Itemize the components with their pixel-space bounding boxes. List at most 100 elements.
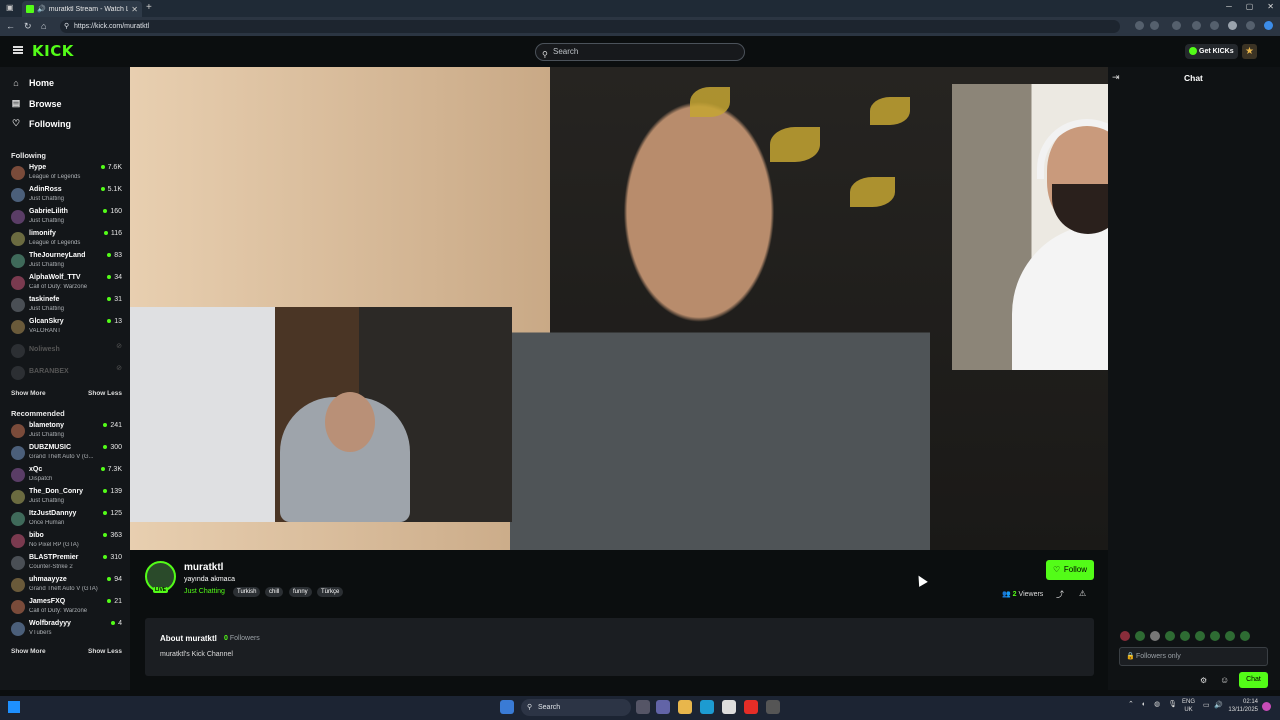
channel-row[interactable]: Noliwesh ⊘ — [11, 341, 122, 361]
channel-row[interactable]: BLASTPremier Counter-Strike 2 310 — [11, 553, 122, 573]
channel-row[interactable]: taskinefe Just Chatting 31 — [11, 295, 122, 315]
viewer-count: 160 — [103, 208, 122, 215]
favorite-star-icon[interactable] — [1150, 21, 1159, 30]
tag-chill[interactable]: chill — [265, 587, 284, 597]
channel-name: AlphaWolf_TTV — [29, 274, 81, 281]
speaker-icon[interactable]: 🔊 — [37, 5, 46, 13]
home-browser-icon[interactable]: ⌂ — [41, 21, 46, 31]
emote-icon[interactable] — [1180, 631, 1190, 641]
chat-input[interactable]: 🔒 Followers only — [1119, 647, 1268, 666]
gear-icon[interactable]: ⚙ — [1200, 676, 1207, 685]
store-icon[interactable] — [722, 700, 736, 714]
emote-icon[interactable] — [1195, 631, 1205, 641]
menu-hamburger-icon[interactable] — [13, 46, 23, 54]
url-field[interactable]: ⚲ https://kick.com/muratktl — [60, 20, 1120, 33]
emote-icon[interactable] — [1225, 631, 1235, 641]
edge-browser-icon[interactable] — [700, 700, 714, 714]
emote-picker-icon[interactable]: ☺ — [1220, 675, 1229, 685]
tab-actions-icon[interactable]: ▣ — [6, 3, 14, 12]
site-info-icon[interactable]: ⚲ — [64, 20, 69, 33]
chat-send-button[interactable]: Chat — [1239, 672, 1268, 688]
taskbar-search[interactable]: ⚲ Search — [521, 699, 631, 716]
channel-row[interactable]: bibo No Pixel RP (GTA) 363 — [11, 531, 122, 551]
user-avatar[interactable]: ★ — [1242, 44, 1257, 59]
search-input[interactable]: ⚲ Search — [535, 43, 745, 61]
close-window-icon[interactable]: ✕ — [1267, 2, 1274, 11]
channel-category: Just Chatting — [29, 218, 65, 224]
channel-row[interactable]: GabrieLilith Just Chatting 160 — [11, 207, 122, 227]
browser-tab[interactable]: 🔊 muratktl Stream - Watch Liv ✕ — [22, 1, 142, 17]
emote-icon[interactable] — [1210, 631, 1220, 641]
file-explorer-icon[interactable] — [678, 700, 692, 714]
channel-row[interactable]: The_Don_Conry Just Chatting 139 — [11, 487, 122, 507]
channel-row[interactable]: Wolfbradyyy VTubers 4 — [11, 619, 122, 639]
minimize-icon[interactable]: ─ — [1226, 2, 1232, 11]
new-tab-icon[interactable]: + — [146, 2, 152, 13]
system-clock[interactable]: 02:14 13/11/2025 — [1228, 698, 1258, 714]
network-wifi-icon[interactable]: ▭ — [1203, 701, 1210, 709]
youtube-icon[interactable] — [744, 700, 758, 714]
profile-avatar[interactable] — [1228, 21, 1237, 30]
share-icon[interactable]: ⤴ — [1056, 589, 1064, 600]
channel-row[interactable]: TheJourneyLand Just Chatting 83 — [11, 251, 122, 271]
channel-name[interactable]: muratktl — [184, 562, 223, 573]
get-kicks-button[interactable]: Get KICKs — [1185, 44, 1238, 59]
tray-overflow-icon[interactable]: ⌃ — [1128, 700, 1134, 708]
report-icon[interactable]: ⚠ — [1079, 589, 1086, 598]
notification-icon[interactable] — [1262, 702, 1271, 711]
read-aloud-icon[interactable] — [1135, 21, 1144, 30]
emote-icon[interactable] — [1165, 631, 1175, 641]
close-tab-icon[interactable]: ✕ — [131, 5, 142, 14]
volume-icon[interactable]: 🔊 — [1214, 701, 1223, 709]
show-more-button[interactable]: Show More — [11, 648, 46, 655]
microphone-icon[interactable]: 🎙 — [1168, 700, 1177, 708]
channel-row[interactable]: uhmaayyze Grand Theft Auto V (GTA) 94 — [11, 575, 122, 595]
start-menu-icon[interactable] — [500, 700, 514, 714]
chat-app-icon[interactable] — [656, 700, 670, 714]
channel-row[interactable]: xQc Dispatch 7.3K — [11, 465, 122, 485]
channel-row[interactable]: blametony Just Chatting 241 — [11, 421, 122, 441]
refresh-icon[interactable]: ↻ — [24, 21, 32, 32]
show-less-button[interactable]: Show Less — [88, 390, 122, 397]
task-view-icon[interactable] — [636, 700, 650, 714]
channel-avatar — [11, 512, 25, 526]
tray-app-icon[interactable]: ◐ — [1142, 701, 1146, 708]
tag-funny[interactable]: funny — [289, 587, 312, 597]
emote-icon[interactable] — [1150, 631, 1160, 641]
emote-icon[interactable] — [1240, 631, 1250, 641]
maximize-icon[interactable]: ▢ — [1246, 2, 1254, 11]
follow-button[interactable]: ♡ Follow — [1046, 560, 1094, 580]
channel-row[interactable]: ItzJustDannyy Once Human 125 — [11, 509, 122, 529]
show-less-button[interactable]: Show Less — [88, 648, 122, 655]
back-icon[interactable]: ← — [6, 21, 15, 31]
channel-row[interactable]: AlphaWolf_TTV Call of Duty: Warzone 34 — [11, 273, 122, 293]
copilot-icon[interactable] — [1264, 21, 1273, 30]
channel-avatar[interactable]: LIVE — [145, 561, 176, 593]
sidebar-item-browse[interactable]: ▤ Browse — [11, 98, 62, 109]
tag-turkish[interactable]: Turkish — [233, 587, 261, 597]
channel-row[interactable]: JamesFXQ Call of Duty: Warzone 21 — [11, 597, 122, 617]
channel-row[interactable]: GlcanSkry VALORANT 13 — [11, 317, 122, 337]
channel-row[interactable]: BARANBEX ⊘ — [11, 363, 122, 383]
network-icon[interactable]: ◍ — [1154, 700, 1160, 708]
sidebar-item-following[interactable]: ♡ Following — [11, 118, 71, 129]
emote-icon[interactable] — [1120, 631, 1130, 641]
more-menu-icon[interactable] — [1246, 21, 1255, 30]
stream-category[interactable]: Just Chatting — [184, 588, 225, 595]
channel-row[interactable]: limonify League of Legends 116 — [11, 229, 122, 249]
emote-icon[interactable] — [1135, 631, 1145, 641]
extensions-icon[interactable] — [1192, 21, 1201, 30]
chrome-icon[interactable] — [766, 700, 780, 714]
favorites-icon[interactable] — [1210, 21, 1219, 30]
windows-start-icon[interactable] — [8, 701, 20, 713]
channel-row[interactable]: DUBZMUSIC Grand Theft Auto V (G... 300 — [11, 443, 122, 463]
kick-logo[interactable]: KICK — [32, 42, 74, 60]
collapse-chat-icon[interactable]: ⇥ — [1112, 72, 1120, 83]
show-more-button[interactable]: Show More — [11, 390, 46, 397]
sidebar-item-home[interactable]: ⌂ Home — [11, 78, 54, 88]
channel-row[interactable]: AdinRoss Just Chatting 5.1K — [11, 185, 122, 205]
extension-icon[interactable] — [1172, 21, 1181, 30]
language-indicator[interactable]: ENG UK — [1182, 698, 1195, 714]
tag-turkce[interactable]: Türkçe — [317, 587, 344, 597]
channel-row[interactable]: Hype League of Legends 7.6K — [11, 163, 122, 183]
